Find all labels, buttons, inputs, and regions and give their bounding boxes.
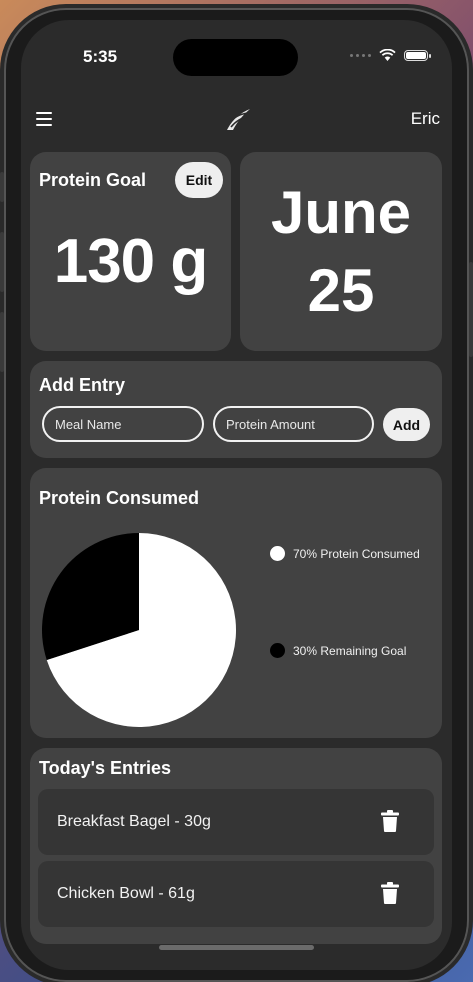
protein-consumed-card: Protein Consumed 70% Protein Consumed 30… <box>30 468 442 738</box>
trash-icon[interactable] <box>381 810 399 832</box>
trash-icon[interactable] <box>381 882 399 904</box>
legend-label: 30% Remaining Goal <box>293 643 407 658</box>
side-button <box>0 232 4 292</box>
protein-goal-card: Protein Goal Edit 130 g <box>30 152 231 351</box>
goal-value: 130 g <box>53 227 209 296</box>
entry-row: Breakfast Bagel - 30g <box>38 789 434 855</box>
chart-title: Protein Consumed <box>39 488 200 508</box>
date-card: June 25 <box>240 152 442 351</box>
menu-icon[interactable] <box>36 112 52 126</box>
edit-button[interactable]: Edit <box>175 162 223 198</box>
signal-icon <box>350 53 371 57</box>
side-button <box>469 262 473 357</box>
home-indicator <box>159 945 314 950</box>
legend-swatch <box>270 546 285 561</box>
user-name-link[interactable]: Eric <box>411 109 440 129</box>
date-month: June <box>270 179 412 246</box>
side-button <box>0 172 4 202</box>
entry-label: Chicken Bowl - 61g <box>57 885 195 902</box>
app-logo <box>227 109 250 130</box>
todays-entries-card: Today's Entries Breakfast Bagel - 30g Ch… <box>30 748 442 944</box>
add-entry-card: Add Entry Meal Name Protein Amount Add <box>30 361 442 458</box>
entry-row: Chicken Bowl - 61g <box>38 861 434 927</box>
battery-icon <box>404 49 431 61</box>
add-entry-title: Add Entry <box>39 375 126 395</box>
app-screen: 5:35 Eric Protein Goal Edit 130 g June 2… <box>21 20 452 970</box>
dynamic-island <box>173 39 298 76</box>
side-button <box>0 312 4 372</box>
legend-label: 70% Protein Consumed <box>293 546 420 561</box>
goal-title: Protein Goal <box>39 170 147 190</box>
meal-name-input[interactable]: Meal Name <box>42 406 204 442</box>
protein-amount-input[interactable]: Protein Amount <box>213 406 374 442</box>
pie-chart <box>41 533 236 727</box>
legend-item: 70% Protein Consumed <box>270 546 420 561</box>
status-time: 5:35 <box>83 47 118 66</box>
add-button[interactable]: Add <box>383 408 430 441</box>
legend-swatch <box>270 643 285 658</box>
entry-label: Breakfast Bagel - 30g <box>57 813 211 830</box>
status-icons <box>350 49 431 61</box>
legend-item: 30% Remaining Goal <box>270 643 406 658</box>
date-day: 25 <box>307 257 375 324</box>
entries-title: Today's Entries <box>39 758 171 778</box>
wifi-icon <box>379 49 396 61</box>
